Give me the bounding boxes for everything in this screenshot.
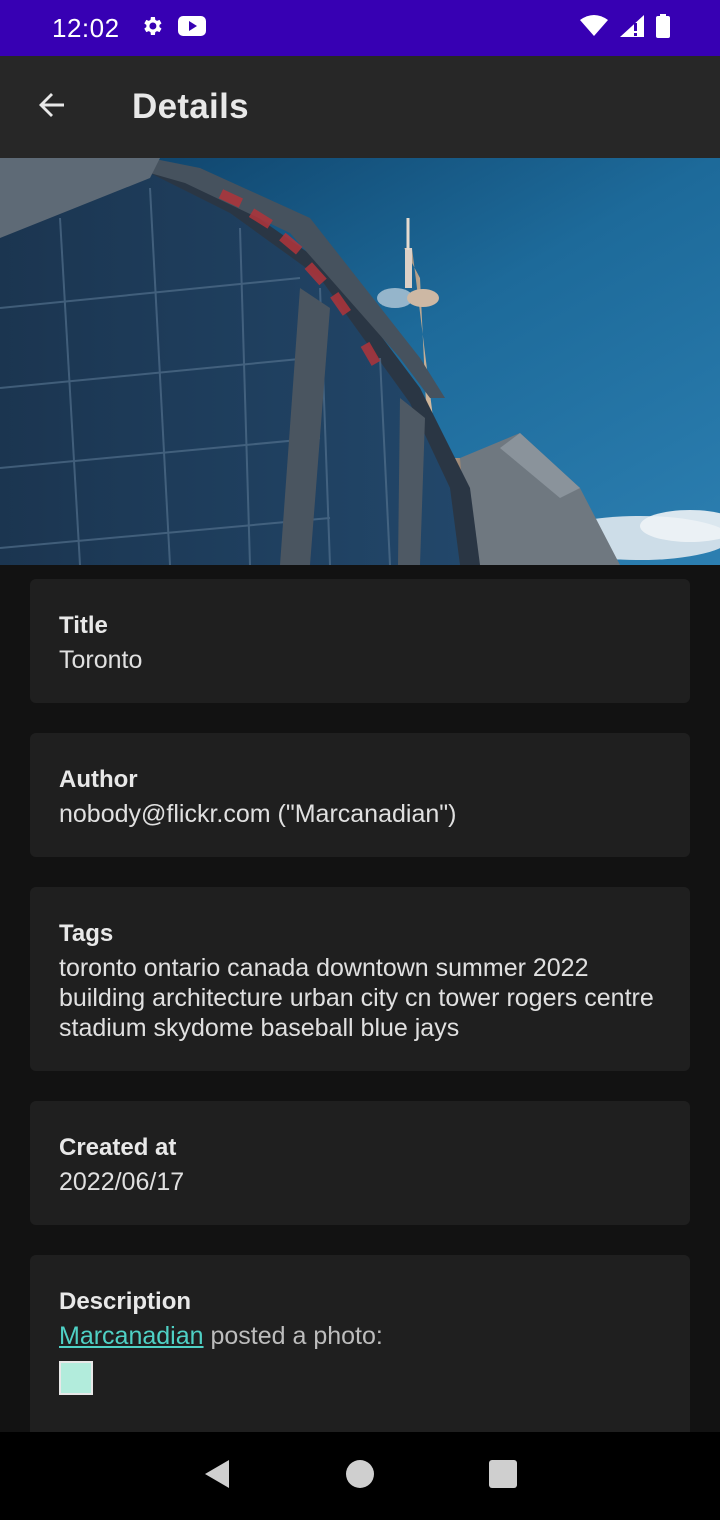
status-notification-icons [140, 14, 206, 43]
field-label: Description [59, 1288, 192, 1315]
back-button[interactable] [22, 77, 82, 137]
youtube-icon [177, 15, 206, 42]
field-card-title: Title Toronto [30, 579, 690, 703]
field-card-created-at: Created at 2022/06/17 [30, 1101, 690, 1225]
recents-square-icon [489, 1459, 518, 1493]
wifi-icon [580, 14, 608, 42]
field-label: Tags [59, 920, 114, 947]
status-time: 12:02 [52, 12, 120, 43]
photo-thumbnail[interactable] [59, 1361, 93, 1395]
cell-signal-icon [620, 14, 644, 42]
field-label: Author [59, 766, 138, 793]
field-value: Toronto [59, 646, 143, 674]
field-card-description: Description Marcanadian posted a photo: [30, 1255, 690, 1432]
nav-recents-button[interactable] [483, 1456, 523, 1496]
page-title: Details [132, 87, 249, 126]
field-value: toronto ontario canada downtown summer 2… [59, 954, 654, 1042]
back-triangle-icon [203, 1459, 231, 1494]
field-card-tags: Tags toronto ontario canada downtown sum… [30, 887, 690, 1071]
field-value: 2022/06/17 [59, 1168, 185, 1196]
nav-back-button[interactable] [197, 1456, 237, 1496]
battery-icon [656, 13, 670, 43]
field-label: Created at [59, 1134, 177, 1161]
system-nav-bar [0, 1432, 720, 1520]
status-bar: 12:02 [0, 0, 720, 56]
description-text: Marcanadian posted a photo: [59, 1321, 660, 1351]
status-system-icons [580, 13, 670, 43]
field-value: nobody@flickr.com ("Marcanadian") [59, 800, 457, 828]
hero-photo [0, 158, 720, 565]
details-list: Title Toronto Author nobody@flickr.com (… [0, 565, 720, 1432]
description-suffix: posted a photo: [203, 1322, 383, 1350]
field-card-author: Author nobody@flickr.com ("Marcanadian") [30, 733, 690, 857]
home-circle-icon [345, 1459, 375, 1494]
author-link[interactable]: Marcanadian [59, 1322, 204, 1350]
nav-home-button[interactable] [340, 1456, 380, 1496]
app-bar: Details [0, 56, 720, 158]
gear-icon [140, 14, 164, 43]
arrow-left-icon [36, 89, 68, 126]
field-label: Title [59, 612, 108, 639]
